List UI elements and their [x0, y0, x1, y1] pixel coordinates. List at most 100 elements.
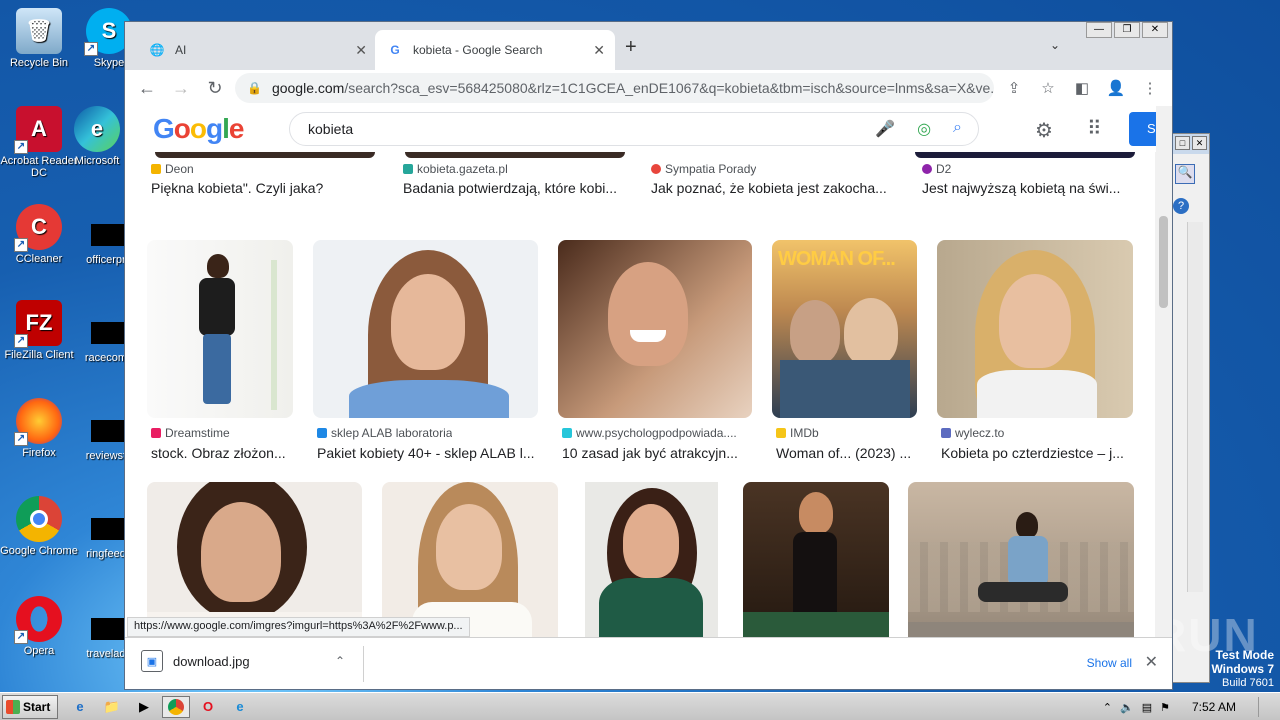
result-image[interactable]	[147, 482, 362, 638]
source-favicon-icon	[922, 164, 932, 174]
google-header: Google kobieta 🎤 ◎ ⌕ ⚙ ⠿ S	[125, 106, 1156, 152]
previous-row-image-edges	[125, 152, 1156, 160]
result-title[interactable]: Pakiet kobiety 40+ - sklep ALAB l...	[317, 445, 535, 461]
status-bubble-url: https://www.google.com/imgres?imgurl=htt…	[127, 617, 470, 637]
result-image[interactable]	[147, 240, 293, 418]
desktop-icon-opera[interactable]: ↗ Opera	[0, 596, 78, 657]
download-item[interactable]: ▣ download.jpg	[141, 650, 250, 672]
media-player-icon[interactable]: ▶	[130, 696, 158, 718]
source-favicon-icon	[651, 164, 661, 174]
system-tray: ⌃ 🔈 ▤ ⚑ 7:52 AM	[1103, 693, 1280, 720]
result-source: kobieta.gazeta.pl	[403, 162, 508, 176]
result-image[interactable]	[313, 240, 538, 418]
source-favicon-icon	[776, 428, 786, 438]
forward-icon[interactable]: →	[167, 74, 195, 102]
restore-icon[interactable]: ❐	[1114, 22, 1140, 38]
speaker-icon[interactable]: 🔈	[1120, 701, 1134, 714]
close-download-bar-icon[interactable]: ✕	[1145, 652, 1158, 672]
microphone-icon[interactable]: 🎤	[875, 119, 895, 139]
tab-close-icon[interactable]: ✕	[593, 42, 605, 59]
apps-grid-icon[interactable]: ⠿	[1087, 116, 1102, 141]
toolbar: ← → ↻ 🔒 google.com/search?sca_esv=568425…	[125, 70, 1172, 106]
scrollbar[interactable]	[1187, 222, 1203, 592]
file-icon	[91, 618, 127, 640]
tab-ai[interactable]: 🌐 AI ✕	[137, 30, 377, 70]
close-icon[interactable]: ✕	[1192, 136, 1207, 150]
explorer-folder-icon[interactable]: 📁	[98, 696, 126, 718]
search-input[interactable]: kobieta 🎤 ◎ ⌕	[289, 112, 979, 146]
back-icon[interactable]: ←	[133, 74, 161, 102]
page-scrollbar[interactable]	[1155, 106, 1172, 638]
start-button[interactable]: Start	[2, 694, 58, 719]
lens-icon[interactable]: ◎	[917, 119, 931, 139]
result-title[interactable]: Jest najwyższą kobietą na świ...	[922, 180, 1132, 196]
result-source: sklep ALAB laboratoria	[317, 426, 452, 440]
share-icon[interactable]: ⇪	[1000, 74, 1028, 102]
result-title[interactable]: Woman of... (2023) ...	[776, 445, 916, 461]
side-panel-icon[interactable]: ◧	[1068, 74, 1096, 102]
chrome-taskbar-icon[interactable]	[162, 695, 190, 718]
file-icon	[91, 322, 127, 344]
source-favicon-icon	[562, 428, 572, 438]
file-icon	[91, 224, 127, 246]
windows-flag-icon	[6, 699, 20, 714]
clock[interactable]: 7:52 AM	[1192, 700, 1236, 714]
ie-icon[interactable]: e	[66, 696, 94, 718]
menu-icon[interactable]: ⋮	[1136, 74, 1164, 102]
url-text: google.com/search?sca_esv=568425080&rlz=…	[271, 80, 994, 96]
bookmark-star-icon[interactable]: ☆	[1034, 74, 1062, 102]
settings-gear-icon[interactable]: ⚙	[1035, 118, 1053, 143]
show-all-button[interactable]: Show all	[1087, 656, 1132, 670]
result-image[interactable]	[558, 240, 752, 418]
new-tab-icon[interactable]: +	[625, 36, 637, 59]
download-bar: ▣ download.jpg ⌃ Show all ✕	[125, 637, 1172, 689]
result-image[interactable]	[382, 482, 558, 638]
search-icon[interactable]: 🔍	[1175, 164, 1195, 184]
result-title[interactable]: Badania potwierdzają, które kobi...	[403, 180, 628, 196]
result-image[interactable]	[585, 482, 718, 638]
source-favicon-icon	[151, 428, 161, 438]
maximize-icon[interactable]: □	[1175, 136, 1190, 150]
address-bar[interactable]: 🔒 google.com/search?sca_esv=568425080&rl…	[235, 73, 994, 103]
show-desktop-button[interactable]	[1258, 697, 1270, 717]
help-icon[interactable]: ?	[1173, 198, 1189, 214]
chevron-up-icon[interactable]: ⌃	[335, 654, 345, 668]
result-image[interactable]	[908, 482, 1134, 638]
sign-in-button[interactable]: S	[1129, 112, 1156, 146]
tab-search-chevron-icon[interactable]: ⌄	[1050, 38, 1060, 52]
tray-expand-icon[interactable]: ⌃	[1103, 701, 1112, 714]
result-image[interactable]	[743, 482, 889, 638]
reload-icon[interactable]: ↻	[201, 74, 229, 102]
close-window-icon[interactable]: ✕	[1142, 22, 1168, 38]
result-source: www.psychologpodpowiada....	[562, 426, 737, 440]
desktop-icon-recycle-bin[interactable]: 🗑 Recycle Bin	[0, 8, 78, 69]
scrollbar-thumb[interactable]	[1159, 216, 1168, 308]
search-icon[interactable]: ⌕	[953, 119, 962, 139]
window-controls: — ❐ ✕	[1086, 22, 1168, 38]
action-center-flag-icon[interactable]: ⚑	[1160, 701, 1170, 714]
result-title[interactable]: Piękna kobieta". Czyli jaka?	[151, 180, 381, 196]
result-source: Deon	[151, 162, 194, 176]
edge-taskbar-icon[interactable]: e	[226, 696, 254, 718]
desktop-icon-ccleaner[interactable]: C ↗ CCleaner	[0, 204, 78, 265]
source-favicon-icon	[403, 164, 413, 174]
profile-icon[interactable]: 👤	[1102, 74, 1130, 102]
test-mode-label: Test Mode Windows 7 Build 7601	[1211, 648, 1274, 689]
desktop-icon-firefox[interactable]: ↗ Firefox	[0, 398, 78, 459]
google-logo[interactable]: Google	[153, 113, 244, 145]
desktop-icon-chrome[interactable]: Google Chrome	[0, 496, 78, 557]
result-title[interactable]: stock. Obraz złożon...	[151, 445, 296, 461]
chrome-window: 🌐 AI ✕ G kobieta - Google Search ✕ + ⌄ —…	[124, 21, 1173, 690]
minimize-icon[interactable]: —	[1086, 22, 1112, 38]
result-title[interactable]: 10 zasad jak być atrakcyjn...	[562, 445, 752, 461]
result-title[interactable]: Jak poznać, że kobieta jest zakocha...	[651, 180, 896, 196]
opera-taskbar-icon[interactable]: O	[194, 696, 222, 718]
network-icon[interactable]: ▤	[1142, 701, 1152, 714]
desktop-icon-filezilla[interactable]: FZ ↗ FileZilla Client	[0, 300, 78, 361]
tab-close-icon[interactable]: ✕	[355, 42, 367, 59]
result-image[interactable]: WOMAN OF...	[772, 240, 917, 418]
tab-google-search[interactable]: G kobieta - Google Search ✕	[375, 30, 615, 70]
result-title[interactable]: Kobieta po czterdziestce – j...	[941, 445, 1131, 461]
google-images-page: Google kobieta 🎤 ◎ ⌕ ⚙ ⠿ S Deon Piękna k…	[125, 106, 1156, 638]
result-image[interactable]	[937, 240, 1133, 418]
